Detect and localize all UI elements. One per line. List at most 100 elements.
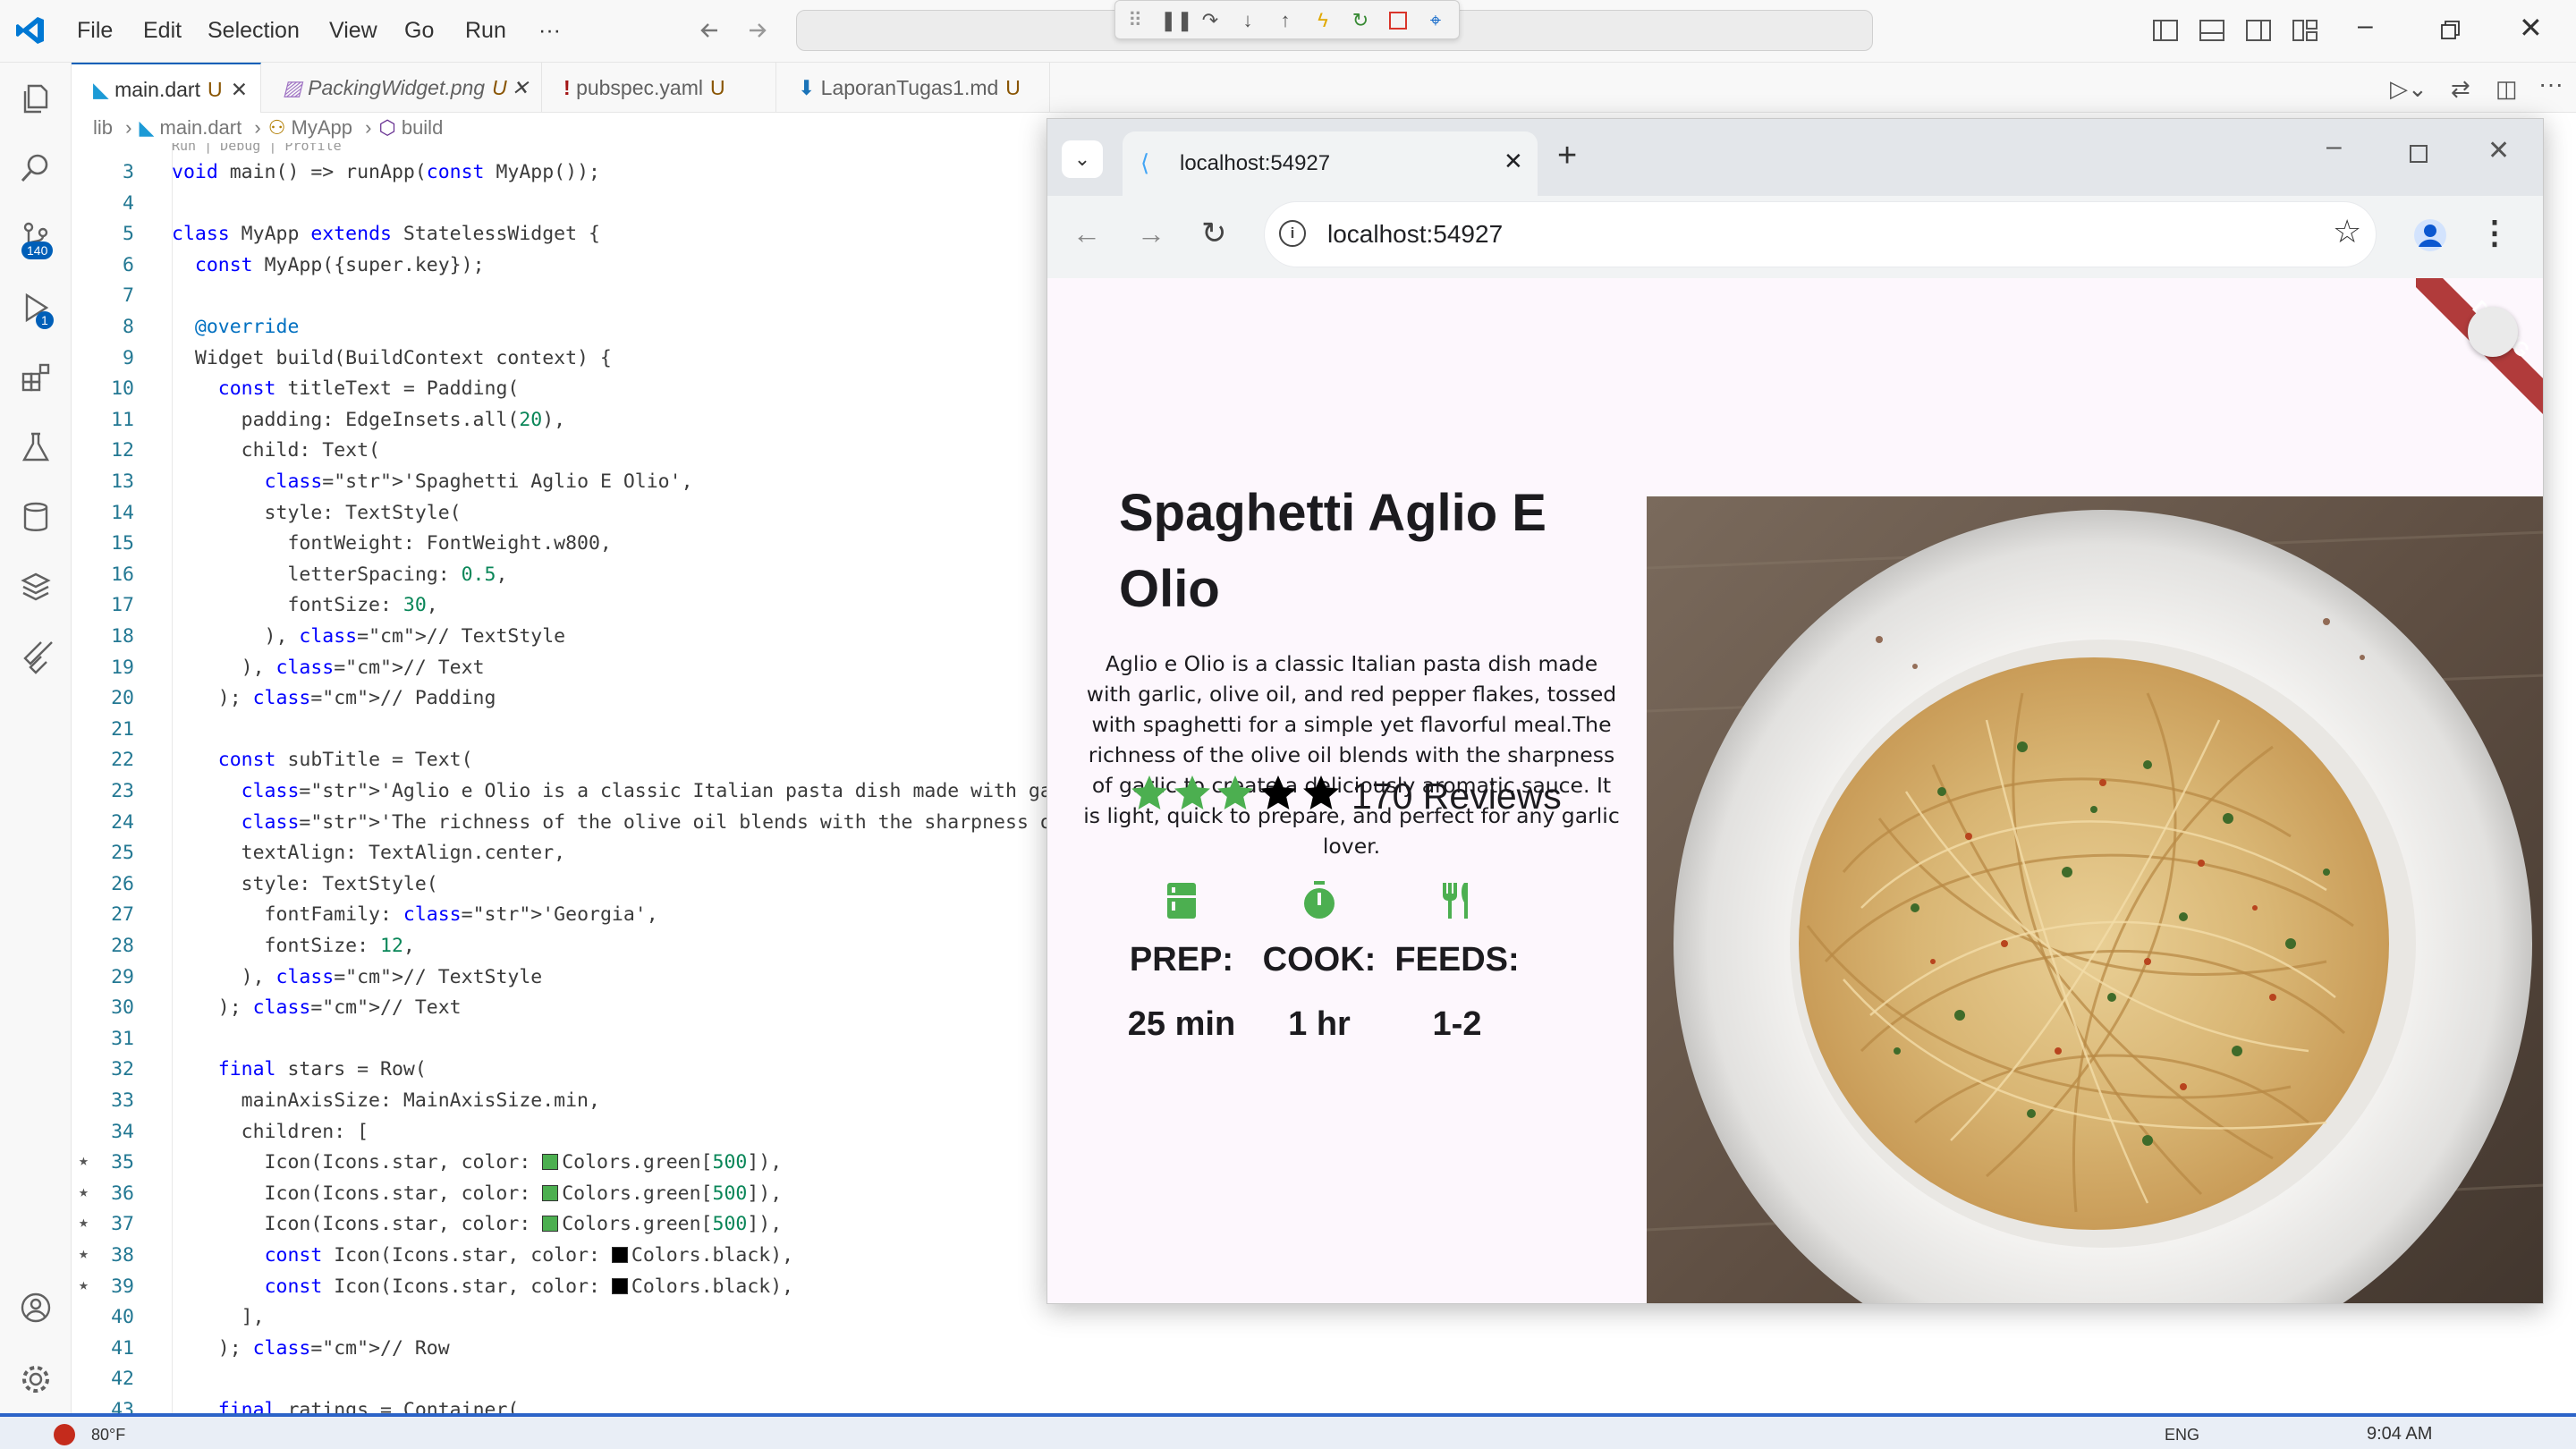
more-actions-icon[interactable]: ··· [2538, 70, 2563, 98]
code-line[interactable]: 13 class="str">'Spaghetti Aglio E Olio', [72, 470, 1046, 499]
code-line[interactable]: 16 letterSpacing: 0.5, [72, 564, 1046, 592]
code-line[interactable]: 21 [72, 718, 1046, 747]
code-line[interactable]: 20 ); class="cm">// Padding [72, 687, 1046, 716]
language-indicator[interactable]: ENG [2165, 1426, 2199, 1445]
browser-maximize-icon[interactable] [2409, 144, 2428, 164]
code-line[interactable]: 26 style: TextStyle( [72, 873, 1046, 902]
code-line[interactable]: 25 textAlign: TextAlign.center, [72, 842, 1046, 870]
close-browser-tab-icon[interactable]: ✕ [1504, 148, 1523, 175]
menu-more[interactable]: ··· [538, 18, 561, 44]
code-line[interactable]: 41 ); class="cm">// Row [72, 1337, 1046, 1366]
compare-changes-icon[interactable]: ⇄ [2451, 75, 2470, 103]
explorer-icon[interactable] [18, 80, 54, 116]
code-line[interactable]: ★ 39 const Icon(Icons.star, color: Colors… [72, 1275, 1046, 1304]
code-editor[interactable]: Run | Debug | Profile 3 void main() => ru… [72, 143, 1046, 1413]
close-tab-icon[interactable]: ✕ [231, 64, 248, 114]
code-line[interactable]: 14 style: TextStyle( [72, 502, 1046, 530]
back-arrow-icon[interactable] [698, 18, 723, 43]
search-icon[interactable] [18, 150, 54, 186]
forward-arrow-icon[interactable] [744, 18, 769, 43]
code-line[interactable]: 28 fontSize: 12, [72, 935, 1046, 963]
code-line[interactable]: 9 Widget build(BuildContext context) { [72, 347, 1046, 376]
tab-main-dart[interactable]: ◣ main.dart U ✕ [72, 63, 261, 113]
drag-handle-icon[interactable]: ⠿ [1123, 8, 1148, 33]
restart-icon[interactable]: ↻ [1348, 8, 1373, 33]
tab-packingwidget-png[interactable]: ▨ PackingWidget.png U ✕ [261, 63, 542, 113]
breadcrumb-method[interactable]: build [402, 116, 443, 139]
new-tab-icon[interactable]: + [1557, 137, 1577, 175]
breadcrumb-class[interactable]: MyApp [292, 116, 352, 139]
step-over-icon[interactable]: ↷ [1198, 8, 1223, 33]
code-line[interactable]: ★ 36 Icon(Icons.star, color: Colors.green… [72, 1182, 1046, 1211]
step-out-icon[interactable]: ↑ [1273, 8, 1298, 33]
clock[interactable]: 9:04 AM [2367, 1424, 2432, 1445]
code-line[interactable]: ★ 38 const Icon(Icons.star, color: Colors… [72, 1244, 1046, 1273]
code-line[interactable]: 31 [72, 1028, 1046, 1056]
chrome-menu-icon[interactable]: ⋮ [2479, 214, 2511, 251]
code-line[interactable]: 15 fontWeight: FontWeight.w800, [72, 532, 1046, 561]
code-line[interactable]: 6 const MyApp({super.key}); [72, 254, 1046, 283]
menu-view[interactable]: View [329, 18, 377, 44]
code-line[interactable]: ★ 35 Icon(Icons.star, color: Colors.green… [72, 1151, 1046, 1180]
code-line[interactable]: 34 children: [ [72, 1121, 1046, 1149]
menu-file[interactable]: File [77, 18, 113, 44]
split-editor-icon[interactable]: ◫ [2496, 75, 2518, 103]
code-line[interactable]: 23 class="str">'Aglio e Olio is a classi… [72, 780, 1046, 809]
code-line[interactable]: 12 child: Text( [72, 439, 1046, 468]
pause-icon[interactable]: ❚❚ [1160, 8, 1193, 33]
flutter-outline-icon[interactable] [18, 639, 54, 674]
code-line[interactable]: 7 [72, 284, 1046, 313]
address-bar[interactable]: i localhost:54927 ☆ [1264, 201, 2377, 267]
menu-go[interactable]: Go [404, 18, 434, 44]
flutter-devtools-fab[interactable] [2468, 307, 2518, 357]
menu-edit[interactable]: Edit [143, 18, 182, 44]
menu-run[interactable]: Run [465, 18, 506, 44]
site-info-icon[interactable]: i [1279, 220, 1306, 247]
browser-back-icon[interactable]: ← [1072, 217, 1101, 250]
minimize-window-icon[interactable]: – [2358, 11, 2373, 41]
browser-forward-icon[interactable]: → [1137, 217, 1165, 250]
code-line[interactable]: 17 fontSize: 30, [72, 594, 1046, 623]
menu-selection[interactable]: Selection [208, 18, 300, 44]
code-line[interactable]: 40 ], [72, 1306, 1046, 1335]
toggle-primary-sidebar-icon[interactable] [2152, 18, 2179, 43]
code-line[interactable]: 27 fontFamily: class="str">'Georgia', [72, 903, 1046, 932]
code-line[interactable]: 4 [72, 192, 1046, 221]
customize-layout-icon[interactable] [2292, 18, 2318, 43]
testing-flask-icon[interactable] [18, 429, 54, 465]
run-dropdown-icon[interactable]: ▷⌄ [2390, 75, 2428, 103]
code-line[interactable]: 32 final stars = Row( [72, 1058, 1046, 1087]
code-line[interactable]: 8 @override [72, 316, 1046, 344]
code-line[interactable]: 24 class="str">'The richness of the oliv… [72, 811, 1046, 840]
bookmark-star-icon[interactable]: ☆ [2333, 213, 2361, 250]
code-line[interactable]: 43 final ratings = Container( [72, 1399, 1046, 1413]
code-line[interactable]: 30 ); class="cm">// Text [72, 996, 1046, 1025]
breadcrumb-file[interactable]: main.dart [160, 116, 242, 139]
close-tab-icon[interactable]: ✕ [512, 63, 529, 113]
tab-search-icon[interactable]: ⌄ [1062, 140, 1103, 178]
breadcrumb-folder[interactable]: lib [93, 116, 113, 139]
codelens[interactable]: Run | Debug | Profile [172, 143, 342, 154]
tab-pubspec-yaml[interactable]: ! pubspec.yaml U [542, 63, 776, 113]
profile-avatar-icon[interactable] [2412, 217, 2448, 253]
code-line[interactable]: 5 class MyApp extends StatelessWidget { [72, 223, 1046, 251]
browser-close-icon[interactable]: ✕ [2487, 135, 2510, 166]
step-into-icon[interactable]: ↓ [1235, 8, 1260, 33]
reload-icon[interactable]: ↻ [1201, 216, 1227, 251]
toggle-secondary-sidebar-icon[interactable] [2245, 18, 2272, 43]
code-line[interactable]: 33 mainAxisSize: MainAxisSize.min, [72, 1089, 1046, 1118]
code-line[interactable]: 22 const subTitle = Text( [72, 749, 1046, 777]
database-icon[interactable] [18, 499, 54, 535]
tab-laporantugas1-md[interactable]: ⬇ LaporanTugas1.md U [776, 63, 1050, 113]
devtools-icon[interactable]: ⌖ [1423, 8, 1448, 33]
hot-reload-icon[interactable]: ϟ [1310, 8, 1335, 33]
code-line[interactable]: 3 void main() => runApp(const MyApp()); [72, 161, 1046, 190]
extensions-icon[interactable] [18, 360, 54, 395]
code-line[interactable]: 29 ), class="cm">// TextStyle [72, 966, 1046, 995]
toggle-panel-icon[interactable] [2199, 18, 2225, 43]
restore-window-icon[interactable] [2440, 20, 2462, 41]
settings-gear-icon[interactable] [18, 1361, 54, 1397]
account-icon[interactable] [18, 1290, 54, 1326]
stop-icon[interactable] [1385, 8, 1411, 33]
layers-icon[interactable] [18, 569, 54, 605]
